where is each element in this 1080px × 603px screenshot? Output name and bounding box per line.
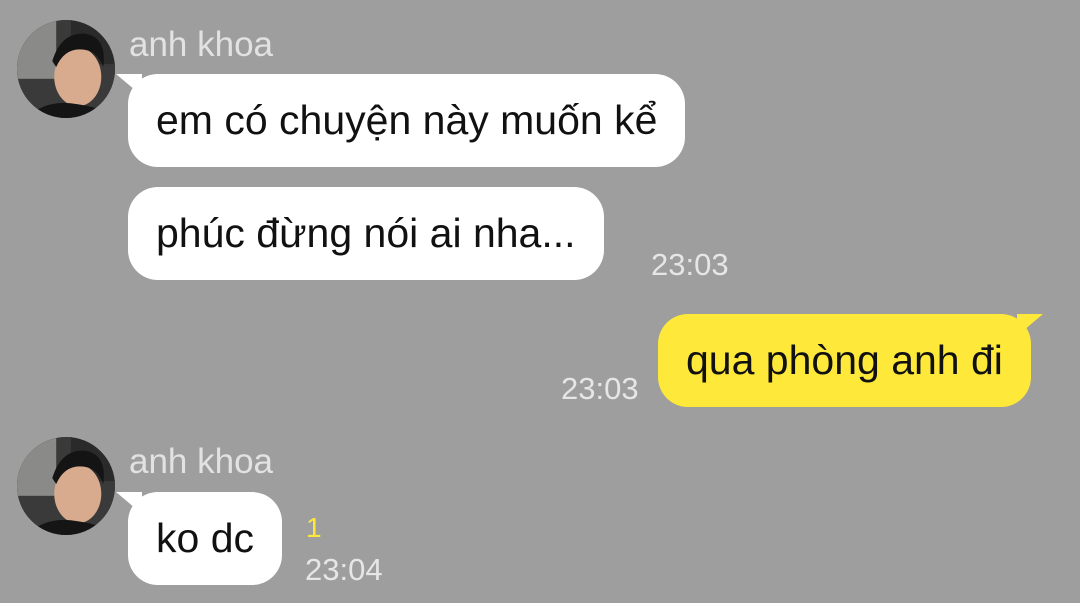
bubble-tail [116,74,142,96]
profile-photo-icon [17,437,115,535]
message-timestamp: 23:04 [305,552,383,587]
sender-avatar[interactable] [17,20,115,118]
sender-avatar[interactable] [17,437,115,535]
message-bubble[interactable]: ko dc [116,492,282,585]
sender-name: anh khoa [129,25,274,64]
message-bubble[interactable]: phúc đừng nói ai nha... [128,187,604,280]
message-bubble[interactable]: em có chuyện này muốn kể [116,74,686,167]
message-bubble-outgoing[interactable]: qua phòng anh đi [658,314,1043,407]
message-text: qua phòng anh đi [686,337,1003,383]
bubble-tail [1016,314,1043,336]
bubble-tail [116,492,142,514]
message-text: ko dc [156,515,254,561]
sender-name: anh khoa [129,442,274,481]
message-text: phúc đừng nói ai nha... [156,210,576,256]
message-text: em có chuyện này muốn kể [156,97,658,143]
message-timestamp: 23:03 [561,371,639,406]
profile-photo-icon [17,20,115,118]
unread-count: 1 [306,512,322,543]
message-timestamp: 23:03 [651,247,729,282]
